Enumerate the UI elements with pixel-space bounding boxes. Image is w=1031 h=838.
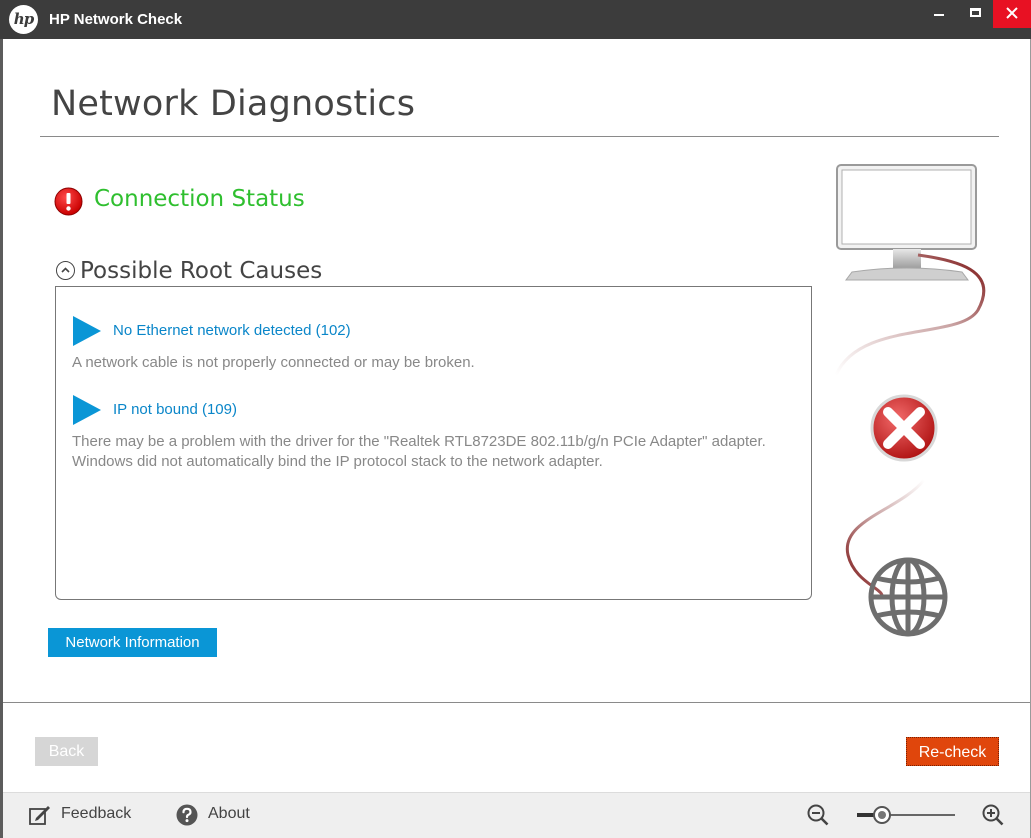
expand-arrow-icon[interactable]: [73, 316, 101, 346]
collapse-causes-toggle[interactable]: [56, 261, 75, 280]
cause-title-no-ethernet[interactable]: No Ethernet network detected (102): [113, 322, 351, 339]
zoom-out-icon[interactable]: [807, 804, 829, 826]
root-causes-panel: No Ethernet network detected (102) A net…: [55, 286, 812, 600]
recheck-button[interactable]: Re-check: [906, 737, 999, 766]
minimize-icon: [934, 14, 944, 16]
footer-bar: Feedback About: [3, 792, 1030, 838]
zoom-in-icon[interactable]: [982, 804, 1004, 826]
window-border-left: [0, 39, 3, 838]
globe-icon: [868, 557, 948, 637]
red-x-icon: [870, 394, 938, 462]
expand-arrow-icon[interactable]: [73, 395, 101, 425]
back-button[interactable]: Back: [35, 737, 98, 766]
feedback-link[interactable]: Feedback: [61, 805, 131, 823]
maximize-icon: [970, 8, 981, 17]
zoom-slider-thumb[interactable]: [872, 806, 891, 824]
network-information-button[interactable]: Network Information: [48, 628, 217, 657]
cause-description: Windows did not automatically bind the I…: [72, 453, 603, 470]
cause-description: There may be a problem with the driver f…: [72, 433, 766, 450]
title-divider: [40, 136, 999, 137]
connection-status-label: Connection Status: [94, 186, 305, 212]
help-icon[interactable]: [176, 804, 198, 826]
title-bar: hp HP Network Check: [0, 0, 1031, 39]
hp-logo-icon: hp: [9, 5, 38, 34]
close-button[interactable]: [993, 0, 1031, 28]
minimize-button[interactable]: [920, 0, 958, 28]
cause-title-ip-not-bound[interactable]: IP not bound (109): [113, 401, 237, 418]
window-title: HP Network Check: [49, 11, 183, 28]
close-icon: [1006, 7, 1018, 19]
footer-divider: [3, 702, 1030, 703]
about-link[interactable]: About: [208, 805, 250, 823]
chevron-up-icon: [61, 267, 70, 273]
feedback-icon[interactable]: [29, 805, 51, 825]
connection-diagram: [834, 164, 986, 637]
error-exclamation-icon: [54, 187, 83, 216]
cause-description: A network cable is not properly connecte…: [72, 354, 475, 371]
root-causes-title: Possible Root Causes: [80, 258, 323, 284]
maximize-button[interactable]: [957, 0, 995, 28]
page-title: Network Diagnostics: [51, 84, 416, 124]
